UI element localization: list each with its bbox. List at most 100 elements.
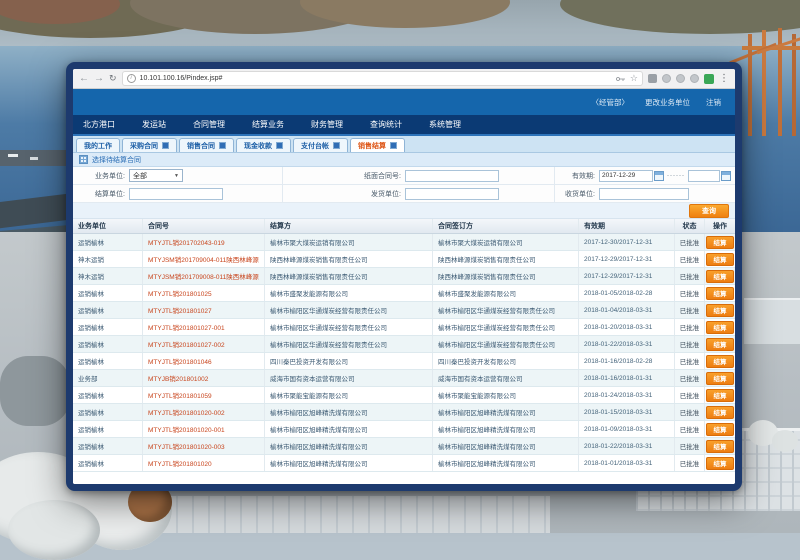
browser-toolbar: ← → ↻ i 10.101.100.16/Pindex.jsp# ☆ ⋮ (73, 69, 735, 89)
shipper-input[interactable] (405, 188, 499, 200)
status-cell: 已批准 (675, 268, 705, 284)
query-button[interactable]: 查询 (689, 204, 729, 218)
contract-cell: MTYJTL销201801027-001 (143, 319, 265, 335)
settle-button[interactable]: 结算 (706, 440, 734, 453)
contract-cell: MTYJB销201801002 (143, 370, 265, 386)
validity-from-input[interactable] (599, 170, 653, 182)
tab-2[interactable]: 销售合同 (179, 138, 234, 152)
select-contract-label[interactable]: 选择待结算合同 (92, 155, 141, 165)
column-header: 业务单位 (73, 219, 143, 233)
settle-button[interactable]: 结算 (706, 270, 734, 283)
signer-cell: 榆林市榆阳区旭峰精洗煤有限公司 (433, 455, 579, 471)
nav-item-0[interactable]: 北方港口 (83, 119, 115, 130)
signer-cell: 榆林市榆阳区华通煤炭经营有限责任公司 (433, 302, 579, 318)
extension-icon[interactable] (690, 74, 699, 83)
tab-close-icon[interactable] (219, 142, 226, 149)
nav-item-2[interactable]: 合同管理 (193, 119, 225, 130)
building (160, 496, 550, 533)
status-cell: 已批准 (675, 302, 705, 318)
refresh-icon[interactable]: ↻ (109, 73, 117, 84)
settle-button[interactable]: 结算 (706, 304, 734, 317)
nav-item-3[interactable]: 结算业务 (252, 119, 284, 130)
receiver-input[interactable] (599, 188, 689, 200)
status-cell: 已批准 (675, 353, 705, 369)
tab-4[interactable]: 支付台帐 (293, 138, 348, 152)
tab-5[interactable]: 销售结算 (350, 138, 405, 152)
action-cell: 结算 (705, 268, 735, 284)
table-row: 运销榆林MTYJTL销201801020-003榆林市榆阳区旭峰精洗煤有限公司榆… (73, 438, 735, 455)
action-cell: 结算 (705, 302, 735, 318)
contract-cell: MTYJTL销201801025 (143, 285, 265, 301)
settle-button[interactable]: 结算 (706, 355, 734, 368)
app-header: 〈经管部〉 更改业务单位 注销 (73, 89, 735, 115)
nav-item-1[interactable]: 发运站 (142, 119, 166, 130)
settler-cell: 榆林市榆阳区旭峰精洗煤有限公司 (265, 455, 433, 471)
header-link-2[interactable]: 注销 (706, 97, 721, 108)
signer-cell: 榆林市聚大煤炭运销有限公司 (433, 234, 579, 250)
action-cell: 结算 (705, 387, 735, 403)
settle-button[interactable]: 结算 (706, 372, 734, 385)
settler-cell: 榆林市榆阳区华通煤炭经营有限责任公司 (265, 336, 433, 352)
header-link-0[interactable]: 〈经管部〉 (592, 97, 630, 108)
settle-button[interactable]: 结算 (706, 287, 734, 300)
page-info-icon[interactable]: i (127, 74, 136, 83)
browser-menu-icon[interactable]: ⋮ (719, 74, 729, 84)
settle-button[interactable]: 结算 (706, 406, 734, 419)
settle-button[interactable]: 结算 (706, 389, 734, 402)
calendar-icon[interactable] (654, 171, 664, 181)
settle-button[interactable]: 结算 (706, 236, 734, 249)
status-cell: 已批准 (675, 404, 705, 420)
extension-icon[interactable] (704, 74, 714, 84)
bookmark-star-icon[interactable]: ☆ (630, 74, 638, 83)
signer-cell: 榆林市榆阳区旭峰精洗煤有限公司 (433, 404, 579, 420)
paper-contract-input[interactable] (405, 170, 499, 182)
extension-icon[interactable] (676, 74, 685, 83)
business-unit-select[interactable]: 全部 ▼ (129, 169, 183, 182)
settle-button[interactable]: 结算 (706, 423, 734, 436)
table-row: 运销榆林MTYJTL销201801027-002榆林市榆阳区华通煤炭经营有限责任… (73, 336, 735, 353)
url-text[interactable]: 10.101.100.16/Pindex.jsp# (140, 75, 612, 82)
settle-button[interactable]: 结算 (706, 338, 734, 351)
contract-cell: MTYJTL销201801020 (143, 455, 265, 471)
storage-tank (8, 500, 100, 560)
extension-icon[interactable] (648, 74, 657, 83)
settler-cell: 榆林市聚能宝能源有限公司 (265, 387, 433, 403)
signer-cell: 榆林市聚能宝能源有限公司 (433, 387, 579, 403)
action-cell: 结算 (705, 251, 735, 267)
validity-cell: 2018-01-22/2018-03-31 (579, 336, 675, 352)
forward-icon[interactable]: → (94, 74, 104, 84)
extension-icon[interactable] (662, 74, 671, 83)
tab-close-icon[interactable] (162, 142, 169, 149)
settler-cell: 陕西林峰源煤炭销售有限责任公司 (265, 251, 433, 267)
address-bar[interactable]: i 10.101.100.16/Pindex.jsp# ☆ (122, 71, 643, 86)
unit-cell: 运销榆林 (73, 387, 143, 403)
password-key-icon[interactable] (616, 75, 626, 83)
action-cell: 结算 (705, 438, 735, 454)
settle-button[interactable]: 结算 (706, 321, 734, 334)
validity-cell: 2018-01-05/2018-02-28 (579, 285, 675, 301)
settle-button[interactable]: 结算 (706, 457, 734, 470)
tab-close-icon[interactable] (333, 142, 340, 149)
status-cell: 已批准 (675, 421, 705, 437)
nav-item-5[interactable]: 查询统计 (370, 119, 402, 130)
settle-unit-input[interactable] (129, 188, 223, 200)
settle-button[interactable]: 结算 (706, 253, 734, 266)
validity-cell: 2018-01-24/2018-03-31 (579, 387, 675, 403)
tab-0[interactable]: 我的工作 (76, 138, 120, 152)
validity-cell: 2018-01-16/2018-01-31 (579, 370, 675, 386)
validity-to-input[interactable] (688, 170, 720, 182)
tab-close-icon[interactable] (276, 142, 283, 149)
tab-1[interactable]: 采购合同 (122, 138, 177, 152)
unit-cell: 神木运销 (73, 268, 143, 284)
date-range-separator: ------ (667, 173, 685, 179)
tab-3[interactable]: 现金收款 (236, 138, 291, 152)
coal-heap (0, 356, 70, 426)
unit-cell: 神木运销 (73, 251, 143, 267)
nav-item-6[interactable]: 系统管理 (429, 119, 461, 130)
nav-item-4[interactable]: 财务管理 (311, 119, 343, 130)
signer-cell: 榆林市榆阳区华通煤炭经营有限责任公司 (433, 336, 579, 352)
calendar-icon[interactable] (721, 171, 731, 181)
header-link-1[interactable]: 更改业务单位 (645, 97, 690, 108)
back-icon[interactable]: ← (79, 74, 89, 84)
tab-close-icon[interactable] (390, 142, 397, 149)
